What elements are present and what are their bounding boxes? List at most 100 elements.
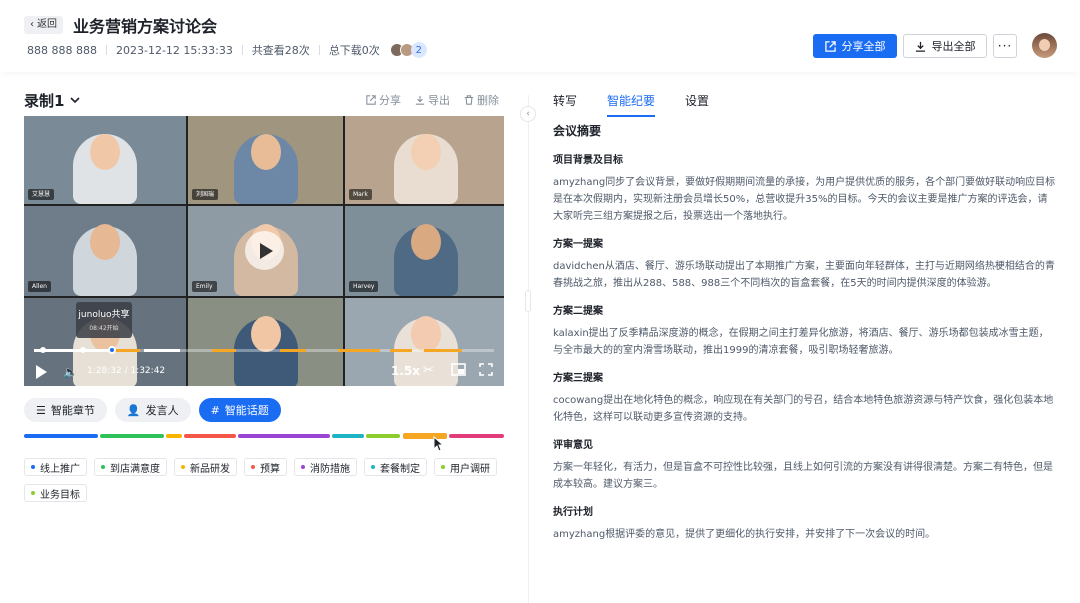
meeting-meta: 888 888 888 2023-12-12 15:33:33 共查看28次 总… [27,42,427,58]
topic-segment[interactable] [100,434,164,438]
topic-tag[interactable]: 预算 [244,458,287,476]
color-dot-icon [31,465,35,469]
topic-tag[interactable]: 用户调研 [434,458,497,476]
color-dot-icon [31,491,35,495]
video-player[interactable]: 艾慧慧 刘国瑞 Mark Allen Emily Harvey junoluo共享 08:… [24,116,504,386]
list-icon: ☰ [36,403,46,417]
topic-segment[interactable] [449,434,504,438]
video-progress-bar[interactable] [34,346,494,354]
chevron-down-icon [70,97,81,104]
mouse-cursor-icon [433,436,445,452]
chapter-tooltip: junoluo共享 08:42开始 [76,302,132,338]
meeting-datetime: 2023-12-12 15:33:33 [115,43,233,57]
view-mode-tabs: ☰ 智能章节 👤 发言人 # 智能话题 [24,398,281,422]
participant-head [410,134,441,170]
page-header: ‹ 返回 业务营销方案讨论会 888 888 888 2023-12-12 15… [0,0,1080,72]
hash-icon: # [210,403,220,417]
color-dot-icon [441,465,445,469]
chapter-marker[interactable] [80,347,86,353]
progress-segment [144,349,180,352]
topic-tag[interactable]: 消防措施 [294,458,357,476]
participant-head [90,134,120,170]
volume-icon[interactable]: 🔈 [63,365,78,379]
topic-tag-label: 用户调研 [450,463,490,475]
topic-tag-label: 业务目标 [40,489,80,501]
section-body: 方案一年轻化，有活力，但是盲盒不可控性比较强，且线上如何引流的方案没有讲得很清楚… [553,462,1053,490]
participant-head [250,316,281,352]
topic-tag[interactable]: 业务目标 [24,484,87,502]
tab-settings[interactable]: 设置 [685,92,709,115]
minutes-content: 会议摘要 项目背景及目标 amyzhang同步了会议背景，要做好假期期间流量的承接… [553,124,1056,556]
tab-transcript[interactable]: 转写 [553,92,577,115]
color-dot-icon [181,465,185,469]
section-title: 方案一提案 [553,239,603,250]
summary-title: 会议摘要 [553,124,602,138]
export-action[interactable]: 导出 [415,92,450,108]
participant-tile: 刘国瑞 [188,116,343,204]
person-icon: 👤 [126,403,141,417]
share-icon [824,40,836,52]
topic-segment[interactable] [166,434,182,438]
playback-speed[interactable]: 1.5x [391,364,420,378]
play-icon[interactable] [36,365,47,379]
topic-tag[interactable]: 到店满意度 [94,458,167,476]
delete-action[interactable]: 删除 [464,92,499,108]
progress-segment [112,349,140,352]
scissors-icon[interactable]: ✂ [423,363,434,378]
export-all-button[interactable]: 导出全部 [903,34,987,58]
download-icon [915,41,925,52]
topic-segment[interactable] [332,434,364,438]
trash-icon [464,95,474,105]
view-count: 共查看28次 [251,44,310,57]
participant-tile: Harvey [345,206,504,296]
chapter-marker[interactable] [40,347,46,353]
section-title: 方案二提案 [553,306,603,317]
topic-segment[interactable] [24,434,98,438]
section-body: amyzhang同步了会议背景，要做好假期期间流量的承接，为用户提供优质的服务，… [553,177,1056,222]
viewer-avatars[interactable]: 2 [389,42,427,58]
share-all-button[interactable]: 分享全部 [813,34,897,58]
topic-segment[interactable] [366,434,400,438]
participant-name-tag: Harvey [349,281,379,292]
share-action[interactable]: 分享 [366,92,401,108]
progress-segment [424,349,462,352]
chevron-left-icon: ‹ [30,19,34,30]
meeting-id: 888 888 888 [27,43,97,57]
more-icon: ··· [997,39,1013,53]
divider [105,45,107,55]
user-avatar[interactable] [1032,33,1057,58]
participant-head [410,224,441,260]
more-button[interactable]: ··· [993,34,1017,58]
topic-timeline[interactable] [24,433,504,439]
picture-in-picture-icon[interactable] [451,363,466,380]
speaker-tab[interactable]: 👤 发言人 [114,398,191,422]
section-body: kalaxin提出了反季精品深度游的概念，在假期之间主打差异化旅游，将酒店、餐厅… [553,328,1049,356]
topic-segment[interactable] [184,434,236,438]
collapse-button[interactable]: ‹ [520,106,536,122]
viewer-count-badge: 2 [410,42,427,58]
resize-handle[interactable] [525,290,531,312]
topic-tag[interactable]: 新品研发 [174,458,237,476]
topic-segment[interactable] [238,434,330,438]
panel-tabs: 转写 智能纪要 设置 [553,92,709,117]
topics-tab[interactable]: # 智能话题 [198,398,281,422]
section-title: 执行计划 [553,507,593,518]
play-button[interactable] [245,231,284,270]
back-button[interactable]: ‹ 返回 [24,16,63,34]
progress-segment [338,349,380,352]
divider [241,45,243,55]
topic-tag-list: 线上推广 到店满意度 新品研发 预算 消防措施 套餐制定 用户调研业务目标 [24,458,504,502]
progress-segment [212,349,236,352]
chapters-tab[interactable]: ☰ 智能章节 [24,398,107,422]
minutes-sections: 项目背景及目标 amyzhang同步了会议背景，要做好假期期间流量的承接，为用户提… [553,154,1056,543]
recording-selector[interactable]: 录制1 [24,90,81,111]
topic-tag[interactable]: 线上推广 [24,458,87,476]
topic-tag[interactable]: 套餐制定 [364,458,427,476]
color-dot-icon [371,465,375,469]
participant-name-tag: 艾慧慧 [28,189,55,200]
participant-name-tag: 刘国瑞 [192,189,219,200]
tab-smart-minutes[interactable]: 智能纪要 [607,92,656,117]
color-dot-icon [301,465,305,469]
participant-tile: Mark [345,116,504,204]
fullscreen-icon[interactable] [479,363,493,380]
